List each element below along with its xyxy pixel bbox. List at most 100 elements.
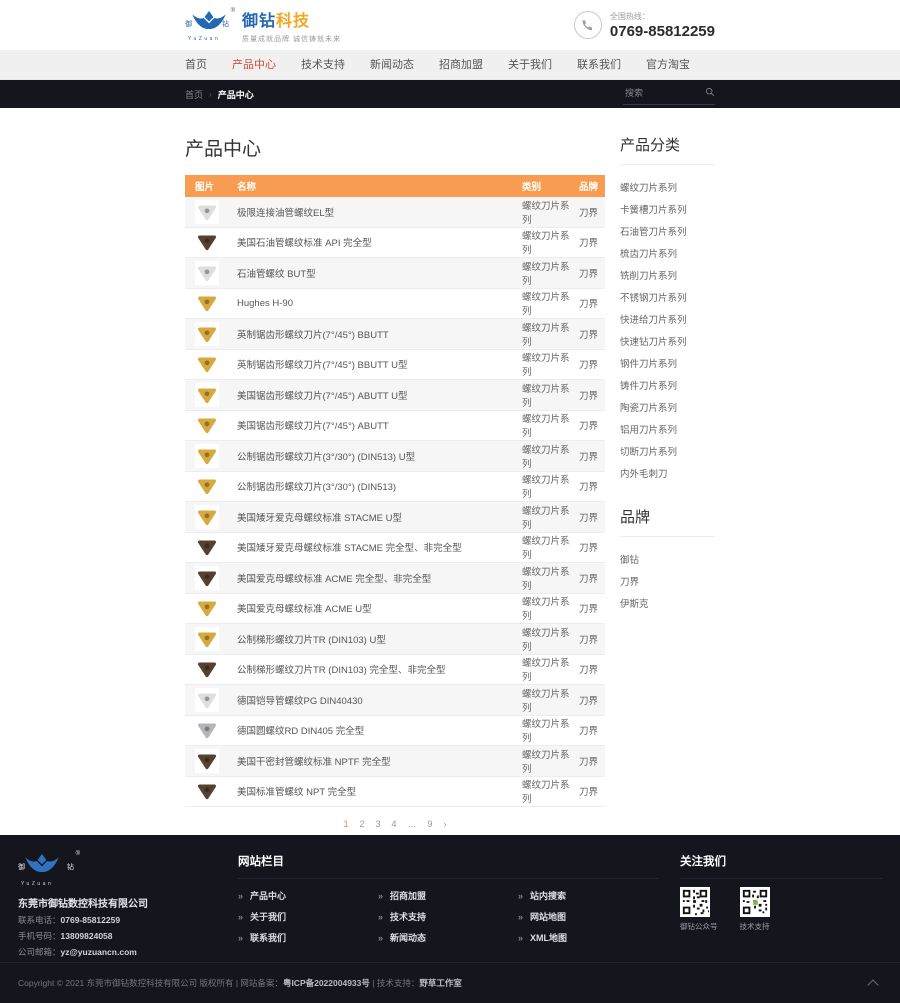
nav-item[interactable]: 联系我们 [577,50,621,80]
footer-link[interactable]: »关于我们 [238,906,378,927]
search-icon[interactable] [705,84,715,102]
footer-link[interactable]: »联系我们 [238,927,378,948]
table-row[interactable]: 公制锯齿形螺纹刀片(3°/30°) (DIN513) U型 螺纹刀片系列 刀界 [185,441,605,472]
product-category-link[interactable]: 螺纹刀片系列 [520,320,575,348]
footer-link[interactable]: »产品中心 [238,885,378,906]
table-row[interactable]: 美国石油管螺纹标准 API 完全型 螺纹刀片系列 刀界 [185,228,605,259]
nav-item[interactable]: 招商加盟 [439,50,483,80]
product-image[interactable] [195,535,219,559]
table-row[interactable]: 美国干密封管螺纹标准 NPTF 完全型 螺纹刀片系列 刀界 [185,746,605,777]
product-brand-link[interactable]: 刀界 [575,632,605,646]
product-category-link[interactable]: 螺纹刀片系列 [520,564,575,592]
table-row[interactable]: 美国锯齿形螺纹刀片(7°/45°) ABUTT 螺纹刀片系列 刀界 [185,411,605,442]
product-category-link[interactable]: 螺纹刀片系列 [520,503,575,531]
product-name-link[interactable]: 极限连接油管螺纹EL型 [225,205,520,219]
sidebar-brand-link[interactable]: 伊斯克 [620,592,715,614]
search-input[interactable] [623,87,705,99]
table-row[interactable]: 美国锯齿形螺纹刀片(7°/45°) ABUTT U型 螺纹刀片系列 刀界 [185,380,605,411]
table-row[interactable]: 英制锯齿形螺纹刀片(7°/45°) BBUTT 螺纹刀片系列 刀界 [185,319,605,350]
product-image[interactable] [195,505,219,529]
product-name-link[interactable]: 美国爱克母螺纹标准 ACME U型 [225,601,520,615]
product-image[interactable] [195,718,219,742]
product-category-link[interactable]: 螺纹刀片系列 [520,289,575,317]
product-brand-link[interactable]: 刀界 [575,540,605,554]
footer-link[interactable]: »网站地图 [518,906,658,927]
sidebar-category-link[interactable]: 不锈钢刀片系列 [620,286,715,308]
product-category-link[interactable]: 螺纹刀片系列 [520,381,575,409]
product-image[interactable] [195,657,219,681]
table-row[interactable]: 公制梯形螺纹刀片TR (DIN103) 完全型、非完全型 螺纹刀片系列 刀界 [185,655,605,686]
product-category-link[interactable]: 螺纹刀片系列 [520,747,575,775]
product-name-link[interactable]: 美国矮牙爱克母螺纹标准 STACME 完全型、非完全型 [225,540,520,554]
product-brand-link[interactable]: 刀界 [575,662,605,676]
product-category-link[interactable]: 螺纹刀片系列 [520,716,575,744]
site-logo[interactable]: 御 钻 ® YuZuan 御钻科技 质量成就品牌 诚信铸就未来 [185,7,341,44]
product-brand-link[interactable]: 刀界 [575,357,605,371]
product-image[interactable] [195,596,219,620]
product-category-link[interactable]: 螺纹刀片系列 [520,686,575,714]
nav-item[interactable]: 首页 [185,50,207,80]
pagination-link[interactable]: 3 [375,819,380,829]
sidebar-category-link[interactable]: 螺纹刀片系列 [620,176,715,198]
product-category-link[interactable]: 螺纹刀片系列 [520,259,575,287]
product-image[interactable] [195,688,219,712]
back-to-top-button[interactable] [864,976,882,990]
product-category-link[interactable]: 螺纹刀片系列 [520,472,575,500]
table-row[interactable]: 德国铠导管螺纹PG DIN40430 螺纹刀片系列 刀界 [185,685,605,716]
product-brand-link[interactable]: 刀界 [575,571,605,585]
product-name-link[interactable]: 英制锯齿形螺纹刀片(7°/45°) BBUTT [225,327,520,341]
product-brand-link[interactable]: 刀界 [575,388,605,402]
product-category-link[interactable]: 螺纹刀片系列 [520,198,575,226]
product-brand-link[interactable]: 刀界 [575,235,605,249]
sidebar-category-link[interactable]: 切断刀片系列 [620,440,715,462]
product-name-link[interactable]: 英制锯齿形螺纹刀片(7°/45°) BBUTT U型 [225,357,520,371]
sidebar-category-link[interactable]: 陶瓷刀片系列 [620,396,715,418]
product-name-link[interactable]: 德国铠导管螺纹PG DIN40430 [225,693,520,707]
product-name-link[interactable]: 德国圆螺纹RD DIN405 完全型 [225,723,520,737]
table-row[interactable]: 公制锯齿形螺纹刀片(3°/30°) (DIN513) 螺纹刀片系列 刀界 [185,472,605,503]
table-row[interactable]: 美国爱克母螺纹标准 ACME U型 螺纹刀片系列 刀界 [185,594,605,625]
product-brand-link[interactable]: 刀界 [575,693,605,707]
product-category-link[interactable]: 螺纹刀片系列 [520,350,575,378]
footer-link[interactable]: »招商加盟 [378,885,518,906]
footer-link[interactable]: »站内搜索 [518,885,658,906]
sidebar-category-link[interactable]: 卡簧槽刀片系列 [620,198,715,220]
sidebar-brand-link[interactable]: 刀界 [620,570,715,592]
pagination-link[interactable]: … [408,819,417,829]
product-image[interactable] [195,779,219,803]
table-row[interactable]: 美国矮牙爱克母螺纹标准 STACME 完全型、非完全型 螺纹刀片系列 刀界 [185,533,605,564]
sidebar-category-link[interactable]: 铣削刀片系列 [620,264,715,286]
product-category-link[interactable]: 螺纹刀片系列 [520,411,575,439]
breadcrumb-home-link[interactable]: 首页 [185,88,203,101]
sidebar-category-link[interactable]: 快速钻刀片系列 [620,330,715,352]
product-image[interactable] [195,444,219,468]
sidebar-category-link[interactable]: 石油管刀片系列 [620,220,715,242]
product-name-link[interactable]: 公制梯形螺纹刀片TR (DIN103) U型 [225,632,520,646]
product-image[interactable] [195,200,219,224]
product-brand-link[interactable]: 刀界 [575,266,605,280]
product-name-link[interactable]: 美国标准管螺纹 NPT 完全型 [225,784,520,798]
product-name-link[interactable]: 美国锯齿形螺纹刀片(7°/45°) ABUTT U型 [225,388,520,402]
footer-link[interactable]: »新闻动态 [378,927,518,948]
table-row[interactable]: 美国爱克母螺纹标准 ACME 完全型、非完全型 螺纹刀片系列 刀界 [185,563,605,594]
table-row[interactable]: 石油管螺纹 BUT型 螺纹刀片系列 刀界 [185,258,605,289]
product-category-link[interactable]: 螺纹刀片系列 [520,655,575,683]
product-image[interactable] [195,230,219,254]
product-name-link[interactable]: 美国矮牙爱克母螺纹标准 STACME U型 [225,510,520,524]
pagination-link[interactable]: 4 [392,819,397,829]
pagination-link[interactable]: 2 [359,819,364,829]
nav-item[interactable]: 官方淘宝 [646,50,690,80]
product-brand-link[interactable]: 刀界 [575,510,605,524]
product-image[interactable] [195,261,219,285]
footer-link[interactable]: »技术支持 [378,906,518,927]
product-brand-link[interactable]: 刀界 [575,784,605,798]
product-image[interactable] [195,413,219,437]
product-name-link[interactable]: 美国爱克母螺纹标准 ACME 完全型、非完全型 [225,571,520,585]
nav-item[interactable]: 新闻动态 [370,50,414,80]
product-name-link[interactable]: 公制锯齿形螺纹刀片(3°/30°) (DIN513) [225,479,520,493]
product-name-link[interactable]: 公制梯形螺纹刀片TR (DIN103) 完全型、非完全型 [225,662,520,676]
product-image[interactable] [195,322,219,346]
sidebar-category-link[interactable]: 铝用刀片系列 [620,418,715,440]
product-image[interactable] [195,352,219,376]
product-image[interactable] [195,566,219,590]
